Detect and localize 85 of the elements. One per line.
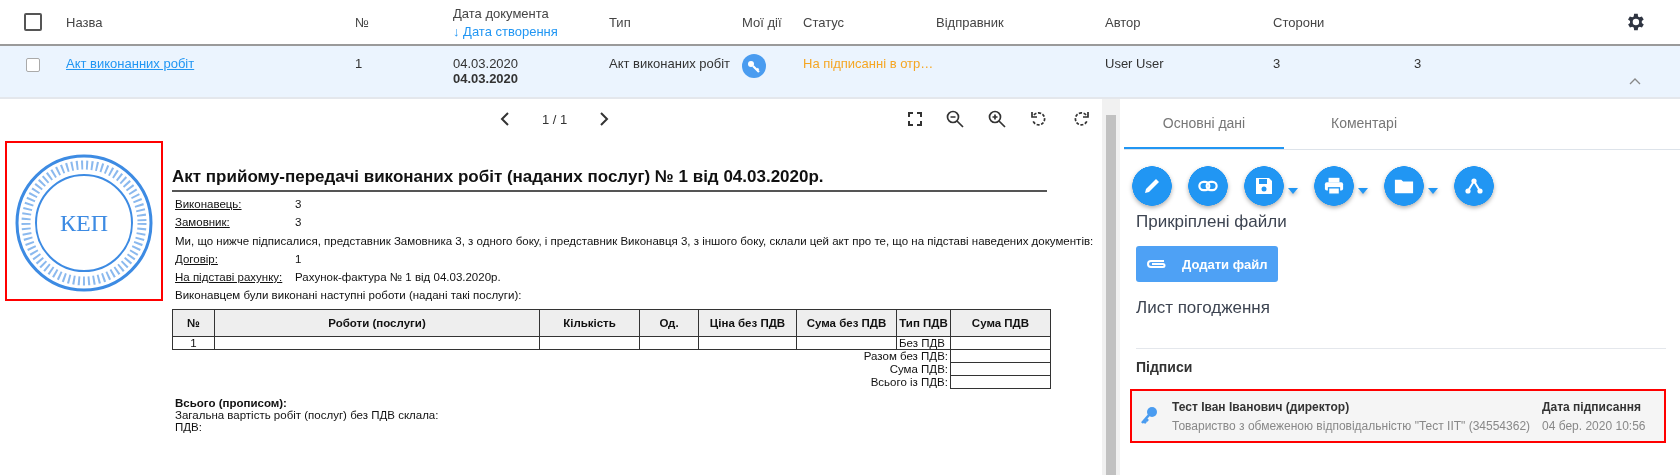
- section-title: Підписи: [1136, 348, 1666, 375]
- total-label: Сума ПДВ:: [889, 363, 948, 375]
- tab[interactable]: Основні дані: [1124, 99, 1284, 149]
- link-button[interactable]: [1188, 166, 1228, 206]
- column-header[interactable]: №: [355, 14, 453, 30]
- table-cell-text: 04.03.2020: [453, 71, 520, 86]
- table-cell: 3: [1273, 56, 1281, 71]
- total-label: Разом без ПДВ:: [863, 350, 948, 363]
- document-title: Акт прийому-передачі виконаних робіт (наданих послуг) № 1 від 04.03.2020р.: [172, 167, 1047, 192]
- row-checkbox[interactable]: [26, 58, 40, 72]
- scrollbar[interactable]: [1102, 99, 1120, 475]
- total-label: Всього із ПДВ:: [870, 376, 948, 388]
- signature-date: 04 бер. 2020 10:56: [1542, 418, 1647, 433]
- zoom-in-icon[interactable]: [988, 110, 1006, 128]
- column-header[interactable]: Відправник: [936, 14, 1105, 30]
- table-cell: Акт виконаних робіт: [609, 56, 730, 71]
- save-icon: [1254, 176, 1274, 196]
- document-line: Загальна вартість робіт (послуг) без ПДВ склала:: [175, 409, 440, 421]
- table-cell: 1: [190, 337, 197, 349]
- folder-button[interactable]: [1384, 166, 1438, 206]
- tab[interactable]: Коментарі: [1284, 99, 1444, 149]
- column-header: Кількість: [539, 309, 640, 337]
- column-header[interactable]: Сторони: [1273, 14, 1414, 30]
- next-page-icon[interactable]: [599, 112, 610, 126]
- document-paragraph: Виконавцем були виконані наступні роботи (надані такі послуги):: [175, 289, 523, 301]
- route-button[interactable]: [1454, 166, 1494, 206]
- column-header[interactable]: Статус: [803, 14, 936, 30]
- column-header: Ціна без ПДВ: [698, 309, 797, 337]
- field-label: Замовник:: [175, 216, 231, 228]
- column-header[interactable]: Дата документа: [453, 5, 609, 21]
- chevron-icon[interactable]: [1629, 77, 1641, 85]
- field-label: Договір:: [175, 253, 219, 265]
- column-header: №: [172, 309, 215, 337]
- column-header: Од.: [639, 309, 699, 337]
- dropdown-caret-icon[interactable]: [1358, 188, 1368, 194]
- status-text: На підписанні в отр…: [803, 56, 934, 71]
- section-title: Лист погодження: [1136, 298, 1271, 318]
- signature-date-label: Дата підписання: [1542, 399, 1642, 414]
- table-cell: Без ПДВ: [899, 337, 945, 349]
- zoom-out-icon[interactable]: [946, 110, 964, 128]
- print-button[interactable]: [1314, 166, 1368, 206]
- previous-page-icon[interactable]: [500, 112, 510, 126]
- section-heading: Всього (прописом):: [175, 397, 288, 409]
- document-line: ПДВ:: [175, 421, 203, 433]
- signer-name: Тест Іван Іванович (директор): [1172, 399, 1351, 414]
- column-header: Сума без ПДВ: [796, 309, 897, 337]
- folder-icon: [1394, 177, 1414, 195]
- field-value: 3: [295, 198, 302, 210]
- link-icon: [1198, 180, 1218, 192]
- share-nodes-icon: [1464, 177, 1484, 195]
- column-header[interactable]: Мої дії: [742, 14, 803, 30]
- table-row[interactable]: Акт виконанних робіт 1 04.03.2020 04.03.2020 Акт виконаних робіт На підписанні в отр… User User 3 3: [0, 46, 1680, 99]
- rotate-right-icon[interactable]: [1072, 110, 1090, 128]
- stamp-drawing: КЕП: [14, 153, 154, 293]
- pencil-icon: [1142, 176, 1162, 196]
- column-header: Тип ПДВ: [896, 309, 951, 337]
- edit-button[interactable]: [1132, 166, 1172, 206]
- table-cell: 1: [355, 56, 363, 71]
- save-button[interactable]: [1244, 166, 1298, 206]
- section-title: Прикріплені файли: [1136, 212, 1288, 232]
- signer-organization: Товариство з обмеженою відповідальністю "Тест IIT" (34554362): [1172, 418, 1532, 433]
- column-header: Сума ПДВ: [950, 309, 1051, 337]
- field-label: На підставі рахунку:: [175, 271, 284, 283]
- column-header: Роботи (послуги): [214, 309, 540, 337]
- key-icon[interactable]: [742, 54, 766, 78]
- column-header[interactable]: Тип: [609, 14, 742, 30]
- dropdown-caret-icon[interactable]: [1428, 188, 1438, 194]
- page-counter: 1 / 1: [542, 111, 568, 127]
- printer-icon: [1324, 176, 1344, 196]
- fullscreen-icon[interactable]: [908, 112, 922, 126]
- field-value: Рахунок-фактура № 1 від 04.03.2020р.: [295, 271, 501, 283]
- table-cell: 3: [1414, 56, 1422, 71]
- key-icon: [1140, 406, 1158, 426]
- column-header[interactable]: Назва: [66, 14, 355, 30]
- table-cell-text: 04.03.2020: [453, 56, 520, 71]
- paperclip-icon: [1146, 258, 1168, 270]
- field-value: 3: [295, 216, 302, 228]
- document-paragraph: Ми, що нижче підписалися, представник Замовника 3, з одного боку, і представник Виконавця 3, з іншого боку, склали цей акт про те, що на підставі наведених документів:: [175, 235, 1095, 247]
- select-all-checkbox[interactable]: [24, 13, 42, 31]
- column-header[interactable]: Автор: [1105, 14, 1273, 30]
- table-cell: User User: [1105, 56, 1164, 71]
- field-label: Виконавець:: [175, 198, 243, 210]
- field-value: 1: [295, 253, 302, 265]
- rotate-left-icon[interactable]: [1030, 110, 1048, 128]
- dropdown-caret-icon[interactable]: [1288, 188, 1298, 194]
